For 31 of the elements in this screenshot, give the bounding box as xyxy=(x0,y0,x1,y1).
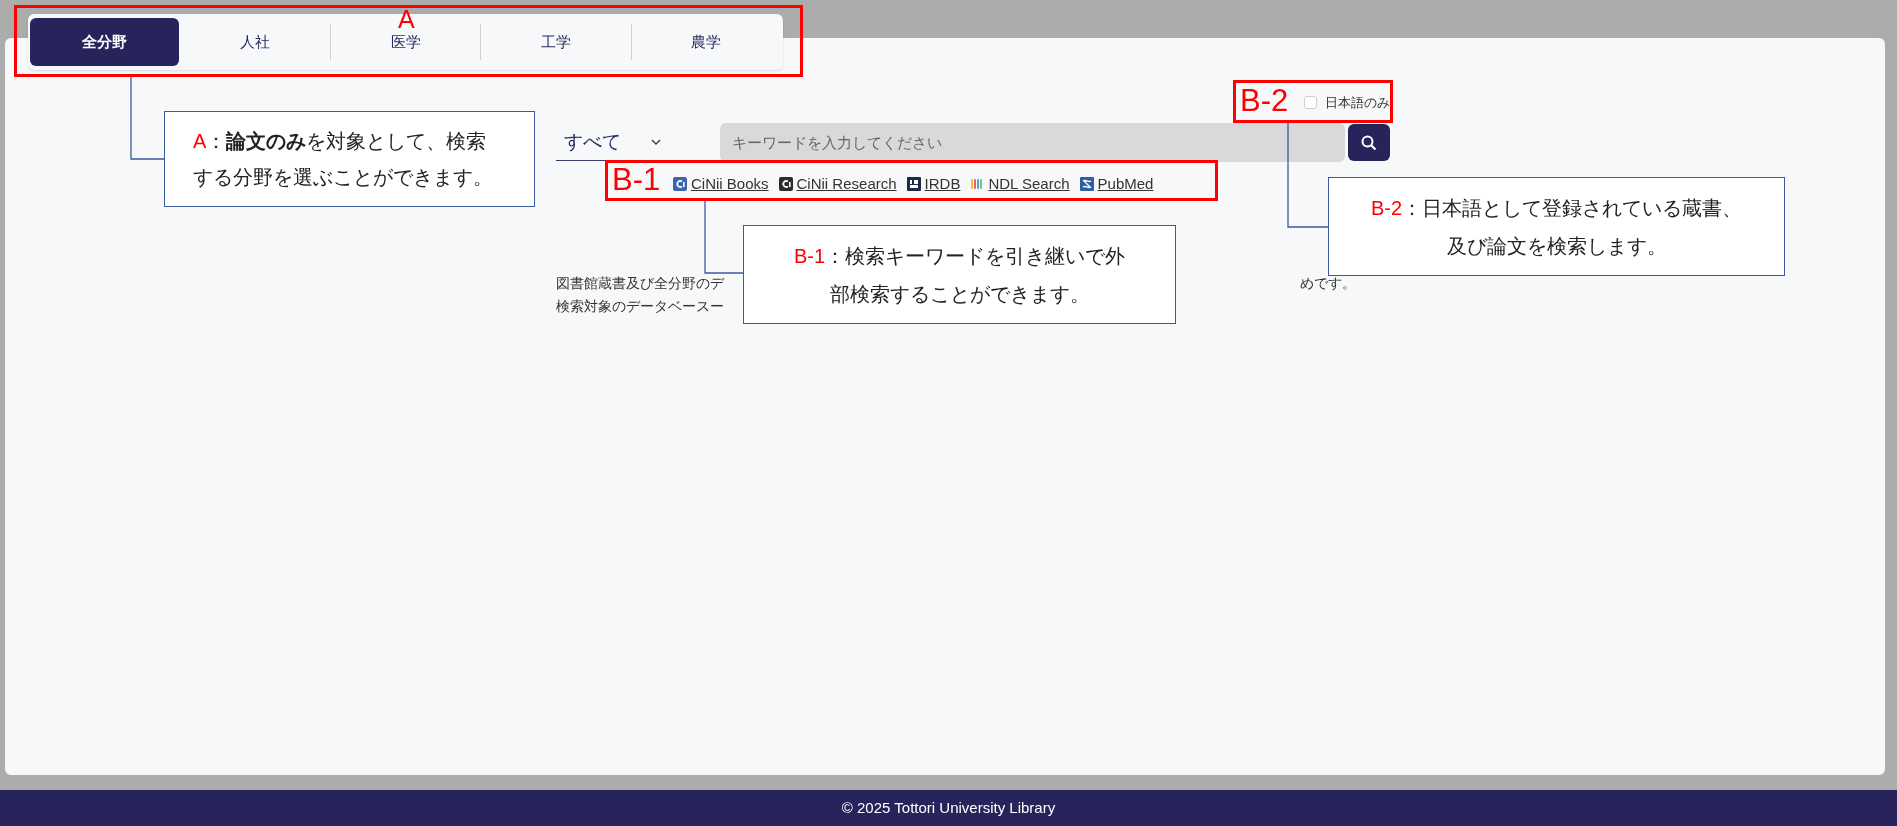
chevron-down-icon xyxy=(650,138,662,146)
checkbox-label[interactable]: 日本語のみ xyxy=(1325,92,1390,113)
search-icon xyxy=(1360,133,1378,152)
description-text: 図書館蔵書及び全分野のデ xyxy=(556,274,724,293)
callout-text: A：論文のみを対象として、検索する分野を選ぶことができます。 xyxy=(193,129,494,190)
checkbox[interactable] xyxy=(1304,96,1317,109)
search-field[interactable]: キーワードを入力してください xyxy=(720,123,1345,162)
external-link[interactable]: NDL Search xyxy=(988,172,1070,196)
ci-logo-icon xyxy=(673,177,687,191)
highlight-label: B-1 xyxy=(612,164,661,195)
rainbow-bars-icon xyxy=(970,177,985,191)
database-logo-icon xyxy=(906,177,921,191)
external-link[interactable]: CiNii Books xyxy=(691,172,769,196)
ci-logo-icon xyxy=(778,177,793,191)
external-link[interactable]: CiNii Research xyxy=(796,172,897,196)
dna-logo-icon xyxy=(1079,177,1094,191)
highlight-label: A xyxy=(398,7,415,32)
tab[interactable]: 農学 xyxy=(631,18,782,66)
callout-text: B-1：検索キーワードを引き継いで外部検索することができます。 xyxy=(792,243,1127,307)
external-link[interactable]: IRDB xyxy=(924,172,961,196)
description-text: 検索対象のデータベースー xyxy=(556,298,724,314)
highlight-label: B-2 xyxy=(1240,85,1289,116)
copyright-text: © 2025 Tottori University Library xyxy=(841,797,1056,818)
callout-text: B-2：日本語として登録されている蔵書、及び論文を検索します。 xyxy=(1369,195,1744,259)
tab[interactable]: 工学 xyxy=(481,18,631,66)
description-text: めです。 xyxy=(1300,274,1356,293)
search-button[interactable] xyxy=(1348,124,1390,161)
scope-dropdown[interactable]: すべて xyxy=(556,124,670,161)
tab[interactable]: 全分野 xyxy=(30,18,180,66)
external-link[interactable]: PubMed xyxy=(1097,172,1154,196)
tab[interactable]: 人社 xyxy=(180,18,330,66)
